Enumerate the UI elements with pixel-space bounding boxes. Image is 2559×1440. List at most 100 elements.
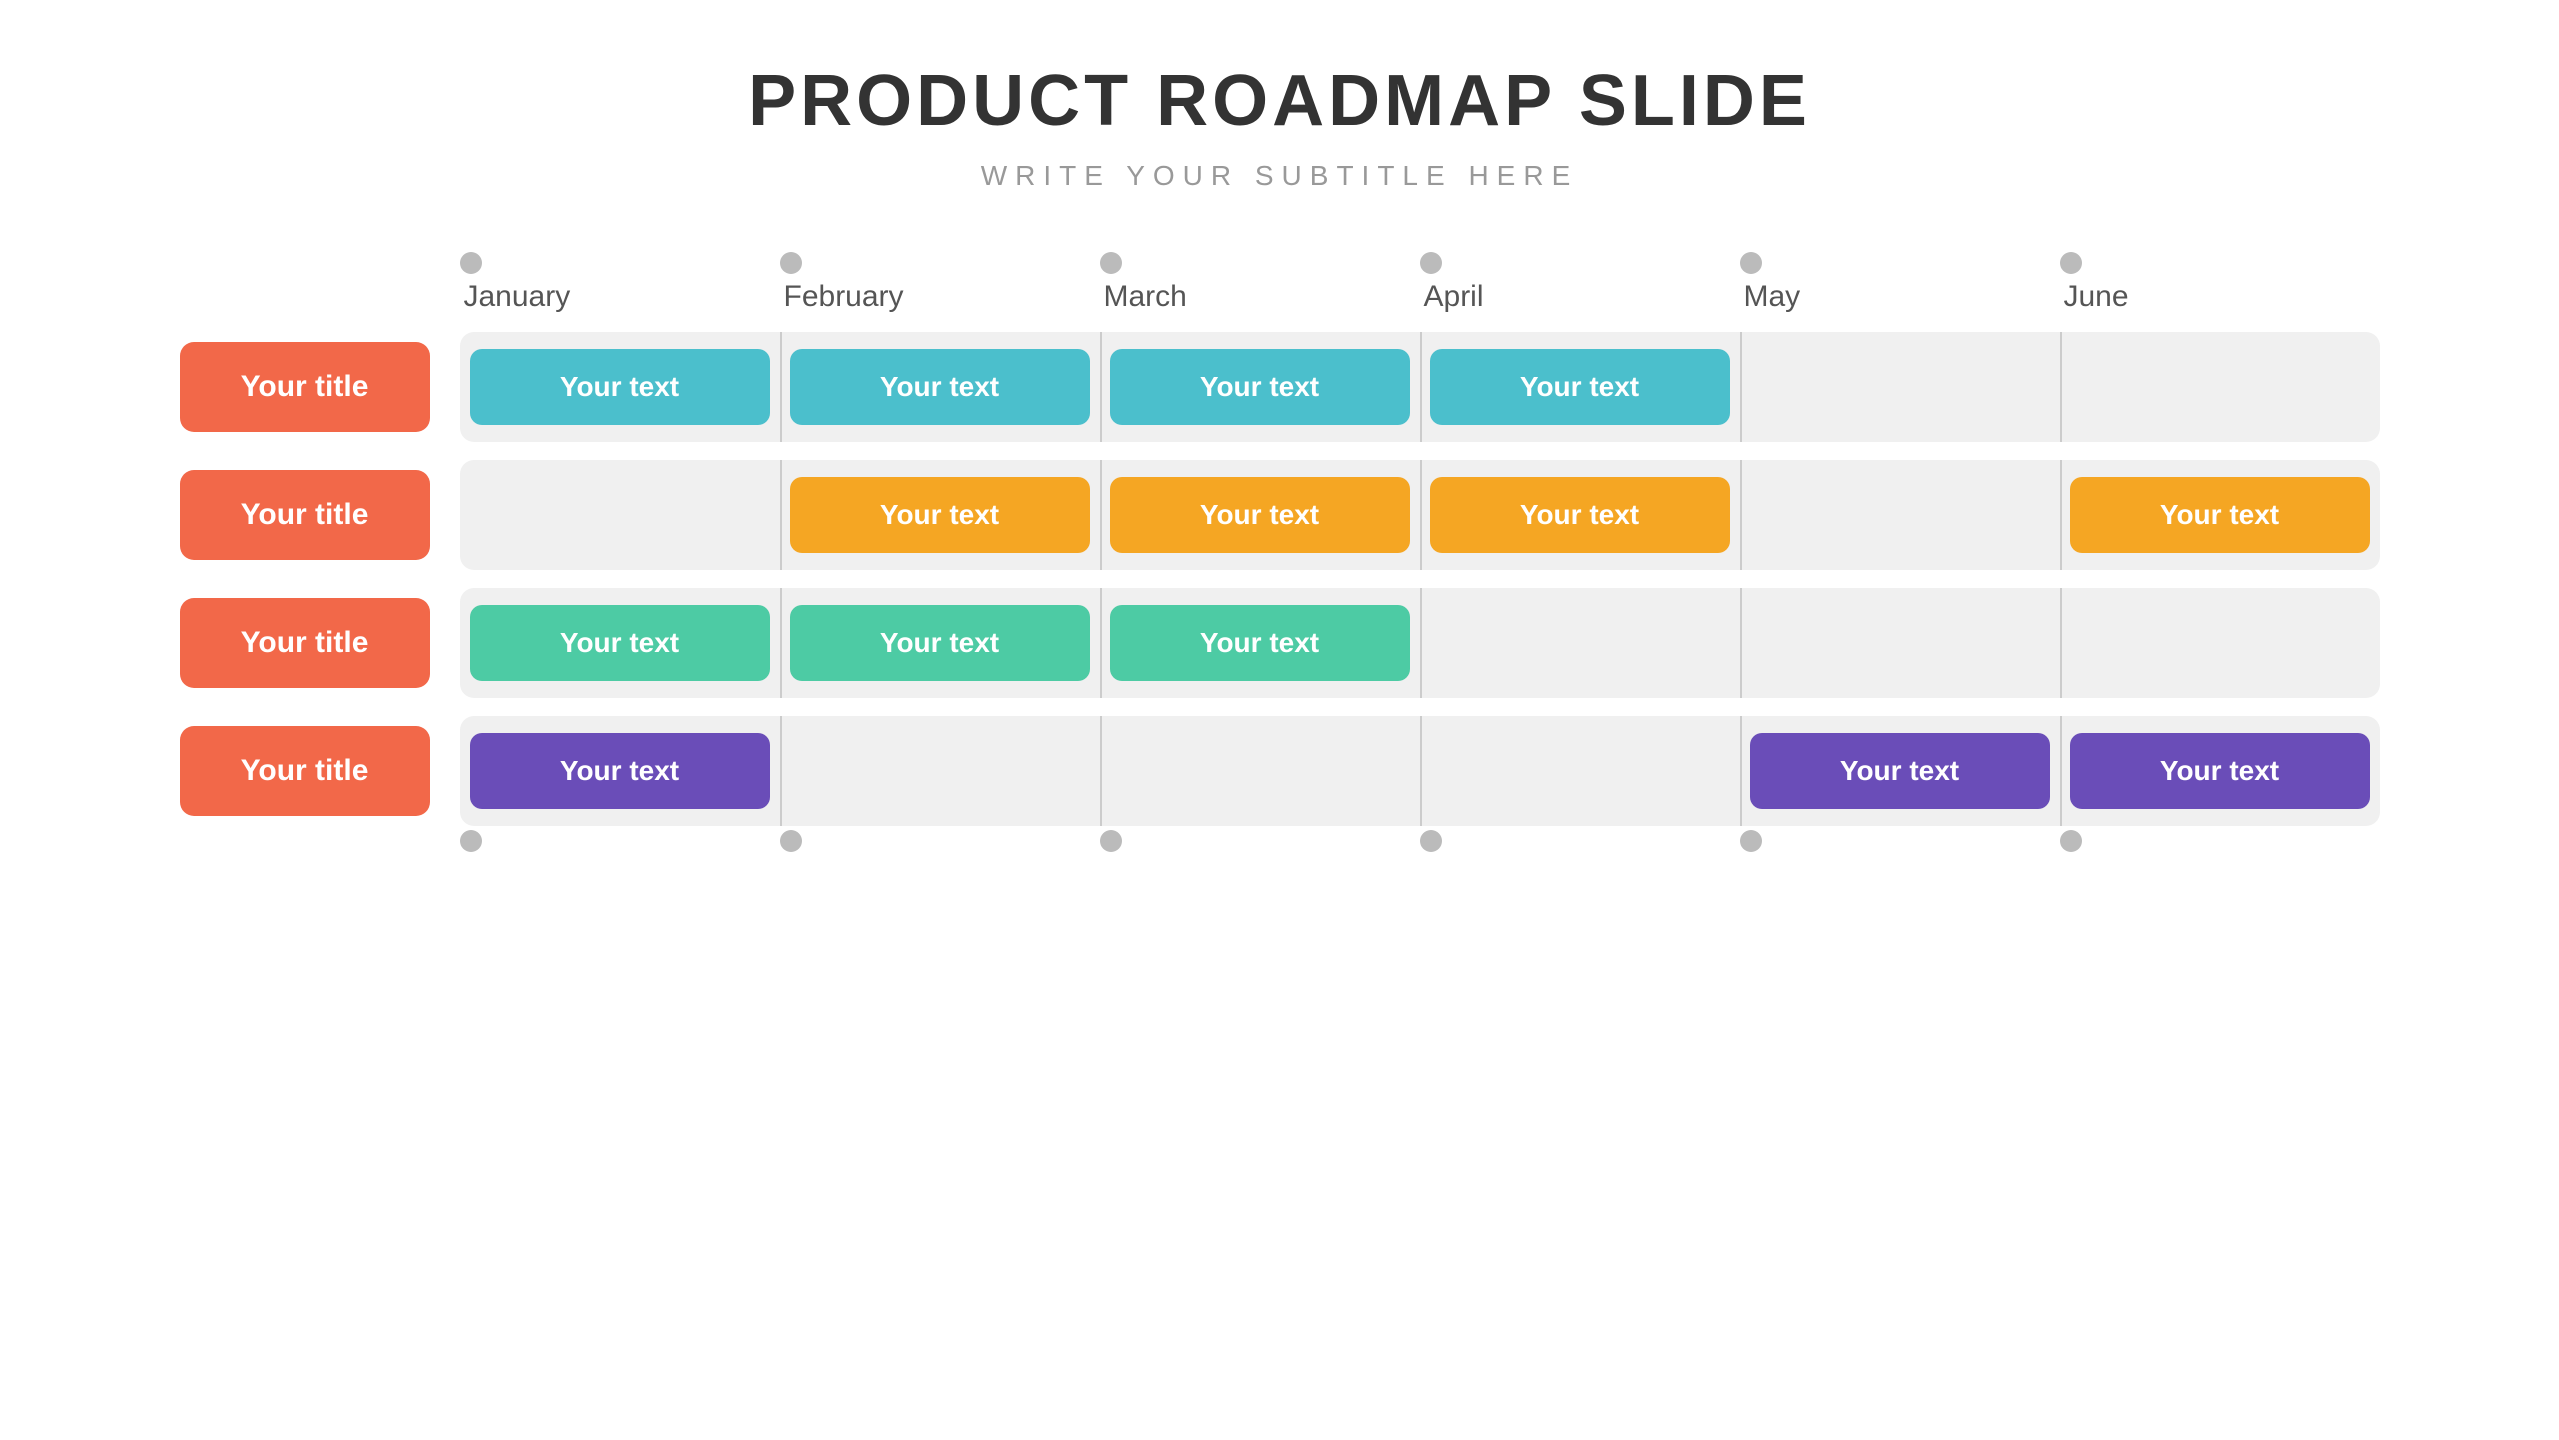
bottom-dot-april [1420,830,1442,852]
vline-1-3 [1420,460,1422,570]
month-label-may: May [1740,280,1801,314]
band-cell-0-2: Your text [1100,332,1420,442]
timeline-row-0: Your titleYour textYour textYour textYou… [180,332,2380,442]
band-cell-3-2 [1100,716,1420,826]
text-cell-1-3: Your text [1430,477,1730,553]
month-col-may: May [1740,252,2060,314]
band-cell-0-0: Your text [460,332,780,442]
text-cell-1-5: Your text [2070,477,2370,553]
bottom-dot-march [1100,830,1122,852]
vline-3-1 [780,716,782,826]
text-cell-3-5: Your text [2070,733,2370,809]
month-col-april: April [1420,252,1740,314]
vline-3-4 [1740,716,1742,826]
timeline-row-3: Your title Your text Your text Your text [180,716,2380,826]
month-dot-march [1100,252,1122,274]
text-cell-1-1: Your text [790,477,1090,553]
band-cell-3-0: Your text [460,716,780,826]
band-cell-2-0: Your text [460,588,780,698]
row-label-1: Your title [180,470,430,560]
text-cell-3-4: Your text [1750,733,2050,809]
band-cell-1-4 [1740,460,2060,570]
bottom-dot-june [2060,830,2082,852]
month-label-february: February [780,280,904,314]
row-label-3: Your title [180,726,430,816]
bottom-dot-col-january [460,830,780,852]
row-label-2: Your title [180,598,430,688]
text-cell-1-2: Your text [1110,477,1410,553]
timeline-row-1: Your title Your text Your text Your text You… [180,460,2380,570]
text-cell-2-0: Your text [470,605,770,681]
band-cell-2-2: Your text [1100,588,1420,698]
vline-0-2 [1100,332,1102,442]
vline-3-2 [1100,716,1102,826]
vline-0-1 [780,332,782,442]
band-cell-0-4 [1740,332,2060,442]
bottom-dot-col-april [1420,830,1740,852]
month-dot-may [1740,252,1762,274]
month-header-row: January February MarchApril May June [460,252,2380,314]
band-cell-1-0 [460,460,780,570]
band-cell-2-4 [1740,588,2060,698]
vline-3-3 [1420,716,1422,826]
month-label-january: January [460,280,571,314]
bottom-dot-col-may [1740,830,2060,852]
roadmap-container: January February MarchApril May June Your ti… [180,252,2380,852]
vline-0-5 [2060,332,2062,442]
month-dot-february [780,252,802,274]
month-dot-april [1420,252,1442,274]
bottom-dot-may [1740,830,1762,852]
row-band-2: Your text Your text Your text [460,588,2380,698]
row-band-3: Your text Your text Your text [460,716,2380,826]
bottom-dot-february [780,830,802,852]
text-cell-2-2: Your text [1110,605,1410,681]
vline-1-5 [2060,460,2062,570]
text-cell-0-1: Your text [790,349,1090,425]
page-header: PRODUCT ROADMAP SLIDE WRITE YOUR SUBTITL… [748,60,1811,192]
band-cell-0-3: Your text [1420,332,1740,442]
text-cell-3-0: Your text [470,733,770,809]
vline-1-2 [1100,460,1102,570]
month-dot-june [2060,252,2082,274]
vline-2-1 [780,588,782,698]
vline-2-2 [1100,588,1102,698]
vline-2-5 [2060,588,2062,698]
main-title: PRODUCT ROADMAP SLIDE [748,60,1811,142]
vline-2-4 [1740,588,1742,698]
month-col-march: March [1100,252,1420,314]
vline-1-4 [1740,460,1742,570]
timeline-row-2: Your title Your text Your text Your text [180,588,2380,698]
bottom-dot-col-february [780,830,1100,852]
month-dot-january [460,252,482,274]
band-cell-0-1: Your text [780,332,1100,442]
row-band-0: Your text Your text Your text Your text [460,332,2380,442]
text-cell-2-1: Your text [790,605,1090,681]
bottom-dot-january [460,830,482,852]
text-cell-0-0: Your text [470,349,770,425]
month-label-april: April [1420,280,1484,314]
bottom-dot-col-march [1100,830,1420,852]
band-cell-3-1 [780,716,1100,826]
text-cell-0-3: Your text [1430,349,1730,425]
band-cell-0-5 [2060,332,2380,442]
band-cell-2-3 [1420,588,1740,698]
month-col-january: January [460,252,780,314]
vline-2-3 [1420,588,1422,698]
month-col-june: June [2060,252,2380,314]
band-cell-2-1: Your text [780,588,1100,698]
band-cell-3-5: Your text [2060,716,2380,826]
band-cell-3-4: Your text [1740,716,2060,826]
text-cell-0-2: Your text [1110,349,1410,425]
row-label-0: Your title [180,342,430,432]
band-cell-1-1: Your text [780,460,1100,570]
vline-0-4 [1740,332,1742,442]
bottom-dot-col-june [2060,830,2380,852]
band-cell-1-2: Your text [1100,460,1420,570]
subtitle: WRITE YOUR SUBTITLE HERE [748,160,1811,192]
month-col-february: February [780,252,1100,314]
vline-3-5 [2060,716,2062,826]
band-cell-2-5 [2060,588,2380,698]
month-label-june: June [2060,280,2129,314]
vline-0-3 [1420,332,1422,442]
band-cell-1-5: Your text [2060,460,2380,570]
